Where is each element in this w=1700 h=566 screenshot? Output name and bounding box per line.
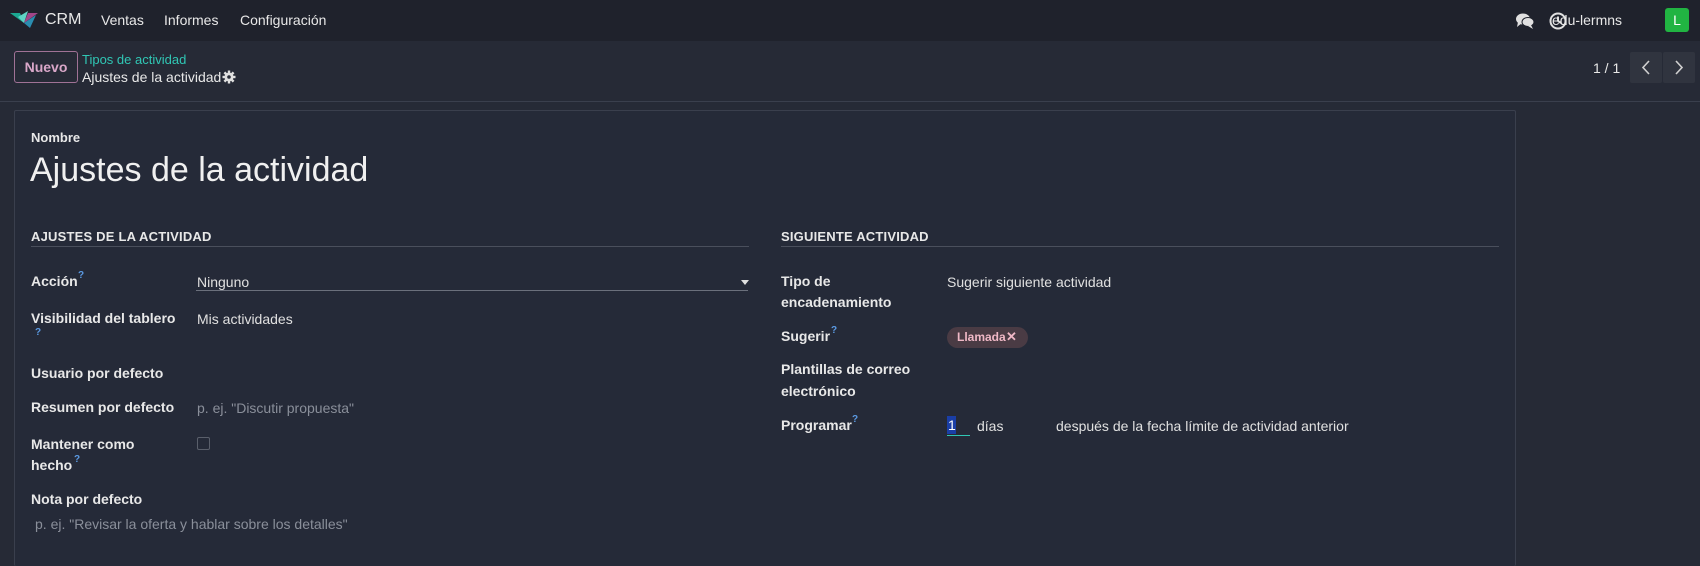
close-icon[interactable]: ✕ <box>1006 327 1017 347</box>
tipo-encadenamiento-value[interactable]: Sugerir siguiente actividad <box>947 272 1111 292</box>
section-title-siguiente: SIGUIENTE ACTIVIDAD <box>781 229 929 244</box>
chevron-left-icon <box>1641 60 1650 75</box>
sugerir-label: Sugerir <box>781 328 831 344</box>
visibilidad-label: Visibilidad del tablero <box>31 310 176 326</box>
programar-unit-select[interactable]: días <box>977 416 1003 436</box>
breadcrumb-current: Ajustes de la actividad <box>82 69 222 85</box>
crm-logo-icon[interactable] <box>10 11 38 29</box>
accion-select-underline <box>196 290 748 291</box>
new-button[interactable]: Nuevo <box>14 51 78 83</box>
username[interactable]: edu-lermns <box>1552 12 1622 28</box>
mantener-checkbox[interactable] <box>197 437 210 450</box>
accion-select[interactable]: Ninguno <box>197 272 249 292</box>
mantener-label-line1: Mantener como <box>31 436 135 452</box>
chat-icon[interactable] <box>1515 11 1535 31</box>
accion-label: Acción <box>31 273 78 289</box>
menu-informes[interactable]: Informes <box>164 12 218 28</box>
nota-label: Nota por defecto <box>31 491 143 507</box>
resumen-input[interactable]: p. ej. "Discutir propuesta" <box>197 398 354 418</box>
help-tooltip-icon[interactable]: ? <box>78 270 84 281</box>
menu-configuracion[interactable]: Configuración <box>240 12 326 28</box>
menu-ventas[interactable]: Ventas <box>101 12 144 28</box>
section-divider <box>31 246 749 247</box>
avatar[interactable]: L <box>1665 8 1689 32</box>
resumen-label: Resumen por defecto <box>31 399 175 415</box>
chevron-right-icon <box>1675 60 1684 75</box>
mantener-label-line2: hecho <box>31 457 73 473</box>
plantillas-field[interactable] <box>947 358 1499 382</box>
nota-input[interactable]: p. ej. "Revisar la oferta y hablar sobre… <box>35 514 348 534</box>
sugerir-tag-label: Llamada <box>957 330 1006 344</box>
name-label: Nombre <box>31 130 81 145</box>
usuario-field[interactable] <box>197 360 749 384</box>
plantillas-label-line1: Plantillas de correo <box>781 361 911 377</box>
breadcrumb-parent-link[interactable]: Tipos de actividad <box>82 52 186 67</box>
name-field[interactable]: Ajustes de la actividad <box>30 151 368 190</box>
usuario-label: Usuario por defecto <box>31 365 164 381</box>
caret-down-icon[interactable] <box>741 280 749 285</box>
help-tooltip-icon[interactable]: ? <box>852 414 858 425</box>
tipo-label-line1: Tipo de <box>781 273 831 289</box>
control-panel <box>0 41 1700 102</box>
visibilidad-value[interactable]: Mis actividades <box>197 309 293 329</box>
programar-number-value: 1 <box>948 417 956 433</box>
help-tooltip-icon[interactable]: ? <box>831 325 837 336</box>
pager-next-button[interactable] <box>1663 52 1695 83</box>
programar-label: Programar <box>781 417 852 433</box>
pager-previous-button[interactable] <box>1630 52 1662 83</box>
programar-after-select[interactable]: después de la fecha límite de actividad … <box>1056 416 1349 436</box>
app-name[interactable]: CRM <box>45 11 81 29</box>
plantillas-label-line2: electrónico <box>781 383 856 399</box>
tipo-label-line2: encadenamiento <box>781 294 892 310</box>
top-navbar: CRM Ventas Informes Configuración edu-le… <box>0 0 1700 41</box>
gear-icon[interactable] <box>222 70 236 84</box>
pager-value[interactable]: 1 / 1 <box>1593 60 1620 76</box>
section-title-ajustes: AJUSTES DE LA ACTIVIDAD <box>31 229 212 244</box>
help-tooltip-icon[interactable]: ? <box>35 327 41 338</box>
help-tooltip-icon[interactable]: ? <box>74 454 80 465</box>
section-divider <box>781 246 1499 247</box>
